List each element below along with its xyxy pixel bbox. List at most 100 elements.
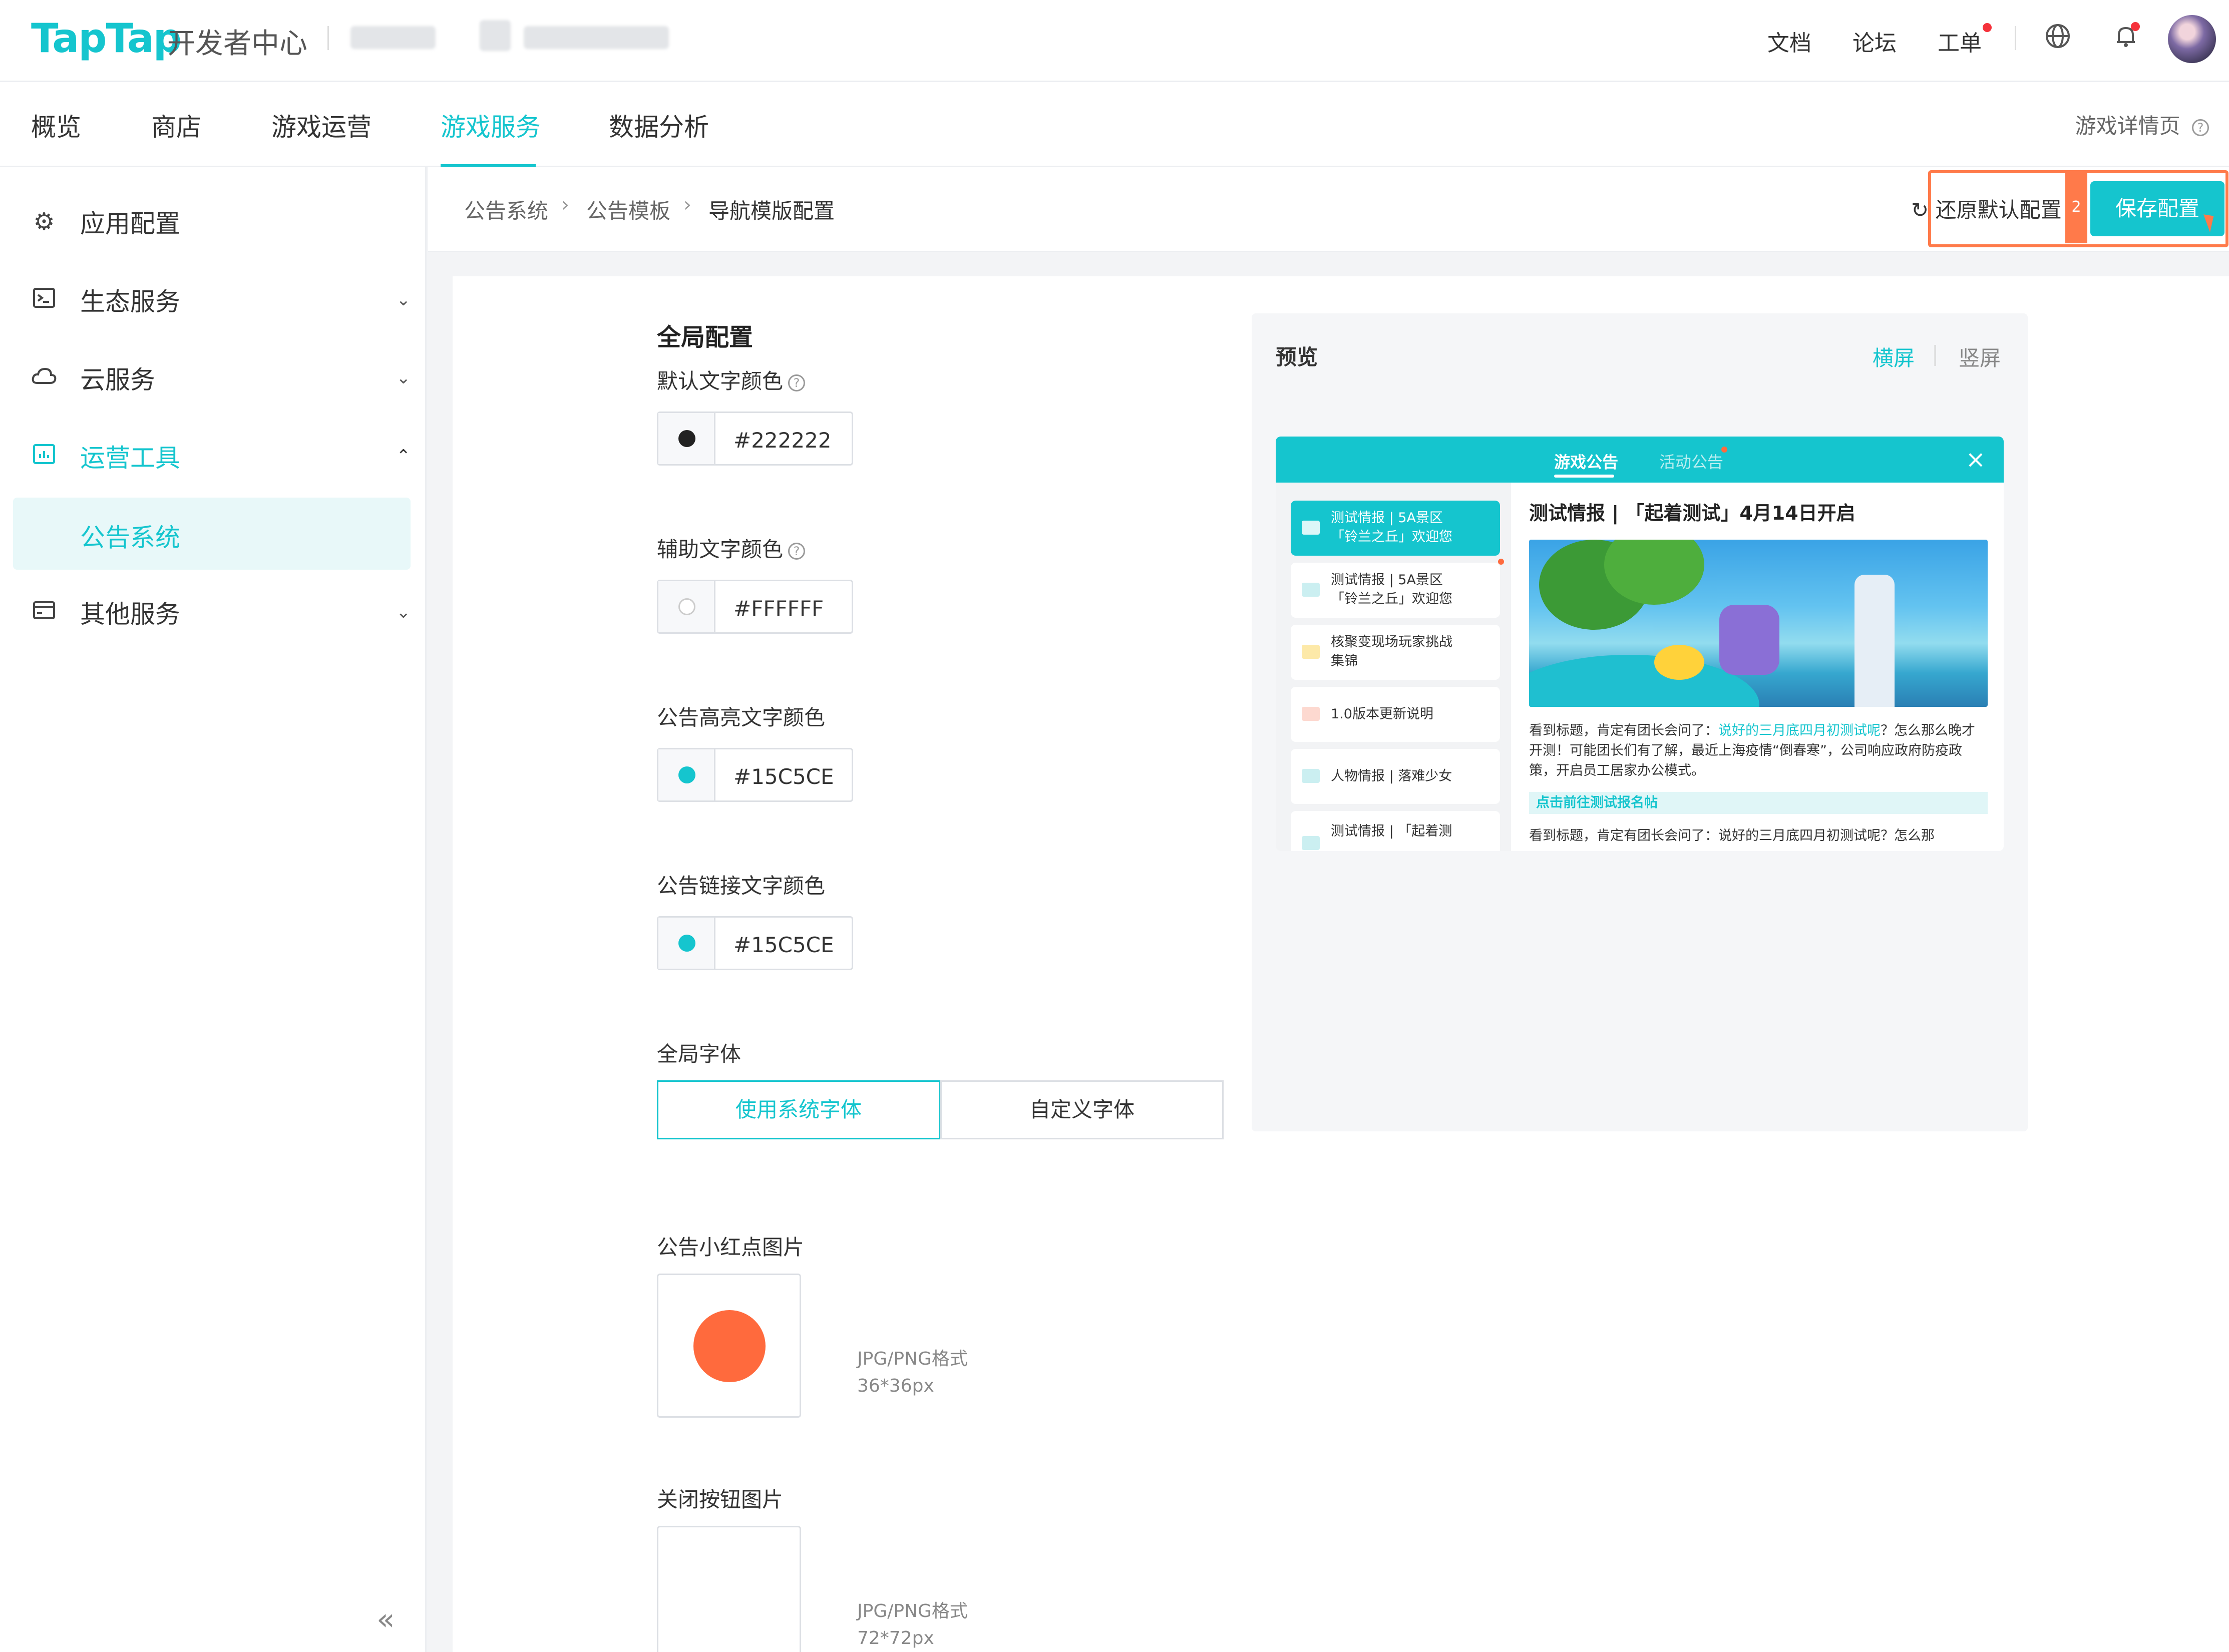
list-item-text: 1.0版本更新说明 — [1331, 706, 1433, 722]
list-item[interactable]: 人物情报 | 落难少女 — [1291, 749, 1500, 804]
link-text-color-field[interactable]: #15C5CE — [657, 916, 853, 970]
breadcrumb-announcement-template[interactable]: 公告模板 — [586, 194, 670, 225]
global-font-label: 全局字体 — [657, 1042, 741, 1066]
highlight-text-color-field[interactable]: #15C5CE — [657, 748, 853, 802]
docs-link[interactable]: 文档 — [1767, 25, 1811, 57]
list-item[interactable]: 核聚变现场玩家挑战 集锦 — [1291, 625, 1500, 680]
use-system-font-option[interactable]: 使用系统字体 — [657, 1080, 940, 1139]
font-selector: 使用系统字体 自定义字体 — [657, 1080, 1224, 1139]
aux-text-color-field[interactable]: #FFFFFF — [657, 580, 853, 634]
reset-default-button[interactable]: ↻ 还原默认配置 — [1911, 193, 2062, 224]
blurred-org-name[interactable] — [350, 26, 436, 49]
color-hex-value[interactable]: #222222 — [733, 428, 832, 453]
question-icon[interactable]: ? — [788, 374, 806, 391]
collapse-sidebar-icon[interactable]: « — [377, 1602, 395, 1637]
portrait-toggle[interactable]: 竖屏 — [1959, 341, 2001, 372]
color-swatch — [678, 766, 695, 783]
list-item-text: 核聚变现场玩家挑战 集锦 — [1331, 633, 1452, 671]
question-icon[interactable]: ? — [788, 542, 806, 560]
game-detail-label: 游戏详情页 — [2075, 114, 2180, 138]
sidebar-subitem-label: 公告系统 — [80, 523, 180, 552]
landscape-toggle[interactable]: 横屏 — [1873, 341, 1915, 372]
card-icon — [30, 598, 58, 626]
tab-game-services[interactable]: 游戏服务 — [441, 107, 541, 143]
color-hex-value[interactable]: #15C5CE — [733, 933, 834, 957]
list-item[interactable]: 1.0版本更新说明 — [1291, 687, 1500, 742]
item-thumbnail-icon — [1302, 836, 1320, 850]
item-thumbnail-icon — [1302, 645, 1320, 659]
color-hex-value[interactable]: #15C5CE — [733, 764, 834, 789]
preview-article-body: 看到标题，肯定有团长会问了：说好的三月底四月初测试呢？怎么那么晚才开测！可能团长… — [1529, 721, 1988, 781]
sidebar-item-other-services[interactable]: 其他服务 ⌄ — [30, 585, 411, 640]
forum-link[interactable]: 论坛 — [1852, 25, 1897, 57]
preview-signup-link[interactable]: 点击前往测试报名帖 — [1529, 792, 1988, 814]
hint-size: 72*72px — [857, 1628, 934, 1648]
blurred-game-name[interactable] — [524, 26, 669, 49]
avatar[interactable] — [2168, 15, 2216, 63]
orientation-divider: | — [1932, 341, 1939, 366]
globe-icon[interactable] — [2044, 22, 2072, 57]
sidebar-item-ecosystem[interactable]: 生态服务 ⌄ — [30, 272, 411, 327]
preview-tab-game-announcement[interactable]: 游戏公告 — [1554, 450, 1618, 473]
item-line2: 集锦 — [1331, 653, 1358, 669]
sidebar: ⚙ 应用配置 生态服务 ⌄ 云服务 ⌄ 运营工具 ⌃ 公告系统 其他服务 ⌄ « — [0, 167, 427, 1652]
color-swatch — [678, 598, 695, 615]
aux-text-color-label: 辅助文字颜色? — [657, 533, 806, 563]
sidebar-item-label: 运营工具 — [80, 444, 180, 473]
color-picker-trigger[interactable] — [658, 749, 715, 800]
save-config-button[interactable]: 保存配置 — [2090, 181, 2224, 236]
sidebar-subitem-announcement[interactable]: 公告系统 — [13, 498, 411, 570]
preview-panel: 预览 横屏 | 竖屏 游戏公告 活动公告 × 测试情报 | 5A景区 「铃兰之丘」… — [1252, 313, 2028, 1131]
tab-data-analysis[interactable]: 数据分析 — [609, 107, 709, 143]
color-picker-trigger[interactable] — [658, 413, 715, 464]
banner-character — [1719, 605, 1779, 675]
blurred-game-icon[interactable] — [480, 20, 511, 51]
color-picker-trigger[interactable] — [658, 581, 715, 632]
divider — [327, 26, 329, 50]
custom-font-option[interactable]: 自定义字体 — [940, 1080, 1224, 1139]
question-icon: ? — [2192, 119, 2209, 136]
default-text-color-field[interactable]: #222222 — [657, 411, 853, 466]
list-item-text: 测试情报 | 5A景区 「铃兰之丘」欢迎您 — [1331, 509, 1452, 547]
list-item-text: 测试情报 | 「起着测 — [1331, 823, 1452, 839]
config-panel: 全局配置 默认文字颜色? #222222 辅助文字颜色? #FFFFFF 公告高… — [453, 276, 2229, 1652]
taptap-logo[interactable]: TapTap — [31, 15, 182, 62]
color-hex-value[interactable]: #FFFFFF — [733, 596, 824, 621]
preview-tab-event-announcement[interactable]: 活动公告 — [1659, 450, 1723, 473]
item-line2: 「铃兰之丘」欢迎您 — [1331, 591, 1452, 607]
sidebar-item-cloud[interactable]: 云服务 ⌄ — [30, 350, 411, 405]
list-item-text: 测试情报 | 5A景区 「铃兰之丘」欢迎您 — [1331, 571, 1452, 609]
item-line1: 测试情报 | 5A景区 — [1331, 510, 1443, 526]
close-icon[interactable]: × — [1966, 446, 1986, 474]
chevron-down-icon: ⌄ — [396, 602, 411, 622]
chart-board-icon — [30, 442, 58, 470]
body-highlight-link[interactable]: 说好的三月底四月初测试呢 — [1718, 723, 1881, 738]
list-item-text: 人物情报 | 落难少女 — [1331, 768, 1452, 784]
sidebar-item-ops-tools[interactable]: 运营工具 ⌃ — [30, 429, 411, 484]
game-detail-link[interactable]: 游戏详情页 ? — [2075, 109, 2209, 140]
color-picker-trigger[interactable] — [658, 918, 715, 969]
preview-article-title: 测试情报 | 「起着测试」4月14日开启 — [1529, 502, 1855, 524]
breadcrumb-current: 导航模版配置 — [708, 199, 835, 223]
tab-game-operations[interactable]: 游戏运营 — [271, 107, 372, 143]
list-item[interactable]: 测试情报 | 5A景区 「铃兰之丘」欢迎您 — [1291, 563, 1500, 618]
announcement-preview-window: 游戏公告 活动公告 × 测试情报 | 5A景区 「铃兰之丘」欢迎您 测试情报 | … — [1276, 437, 2004, 851]
default-text-color-label: 默认文字颜色? — [657, 364, 806, 395]
chevron-down-icon: ⌄ — [396, 368, 411, 388]
reset-default-label: 还原默认配置 — [1935, 198, 2062, 222]
tickets-link[interactable]: 工单 — [1938, 25, 1982, 57]
item-line1: 测试情报 | 5A景区 — [1331, 572, 1443, 588]
close-button-image-upload[interactable] — [657, 1526, 801, 1652]
tab-store[interactable]: 商店 — [151, 107, 201, 143]
item-line1: 核聚变现场玩家挑战 — [1331, 634, 1452, 650]
color-swatch — [678, 430, 695, 447]
tab-overview[interactable]: 概览 — [31, 107, 81, 143]
list-item[interactable]: 测试情报 | 5A景区 「铃兰之丘」欢迎您 — [1291, 501, 1500, 556]
breadcrumb-announcement-system[interactable]: 公告系统 — [464, 194, 548, 225]
list-item[interactable]: 测试情报 | 「起着测 — [1291, 811, 1500, 851]
item-thumbnail-icon — [1302, 583, 1320, 597]
link-text-color-label: 公告链接文字颜色 — [657, 874, 826, 898]
sidebar-item-app-config[interactable]: ⚙ 应用配置 — [30, 194, 411, 249]
red-dot-image-upload[interactable] — [657, 1274, 801, 1418]
close-button-image-label: 关闭按钮图片 — [657, 1487, 784, 1512]
